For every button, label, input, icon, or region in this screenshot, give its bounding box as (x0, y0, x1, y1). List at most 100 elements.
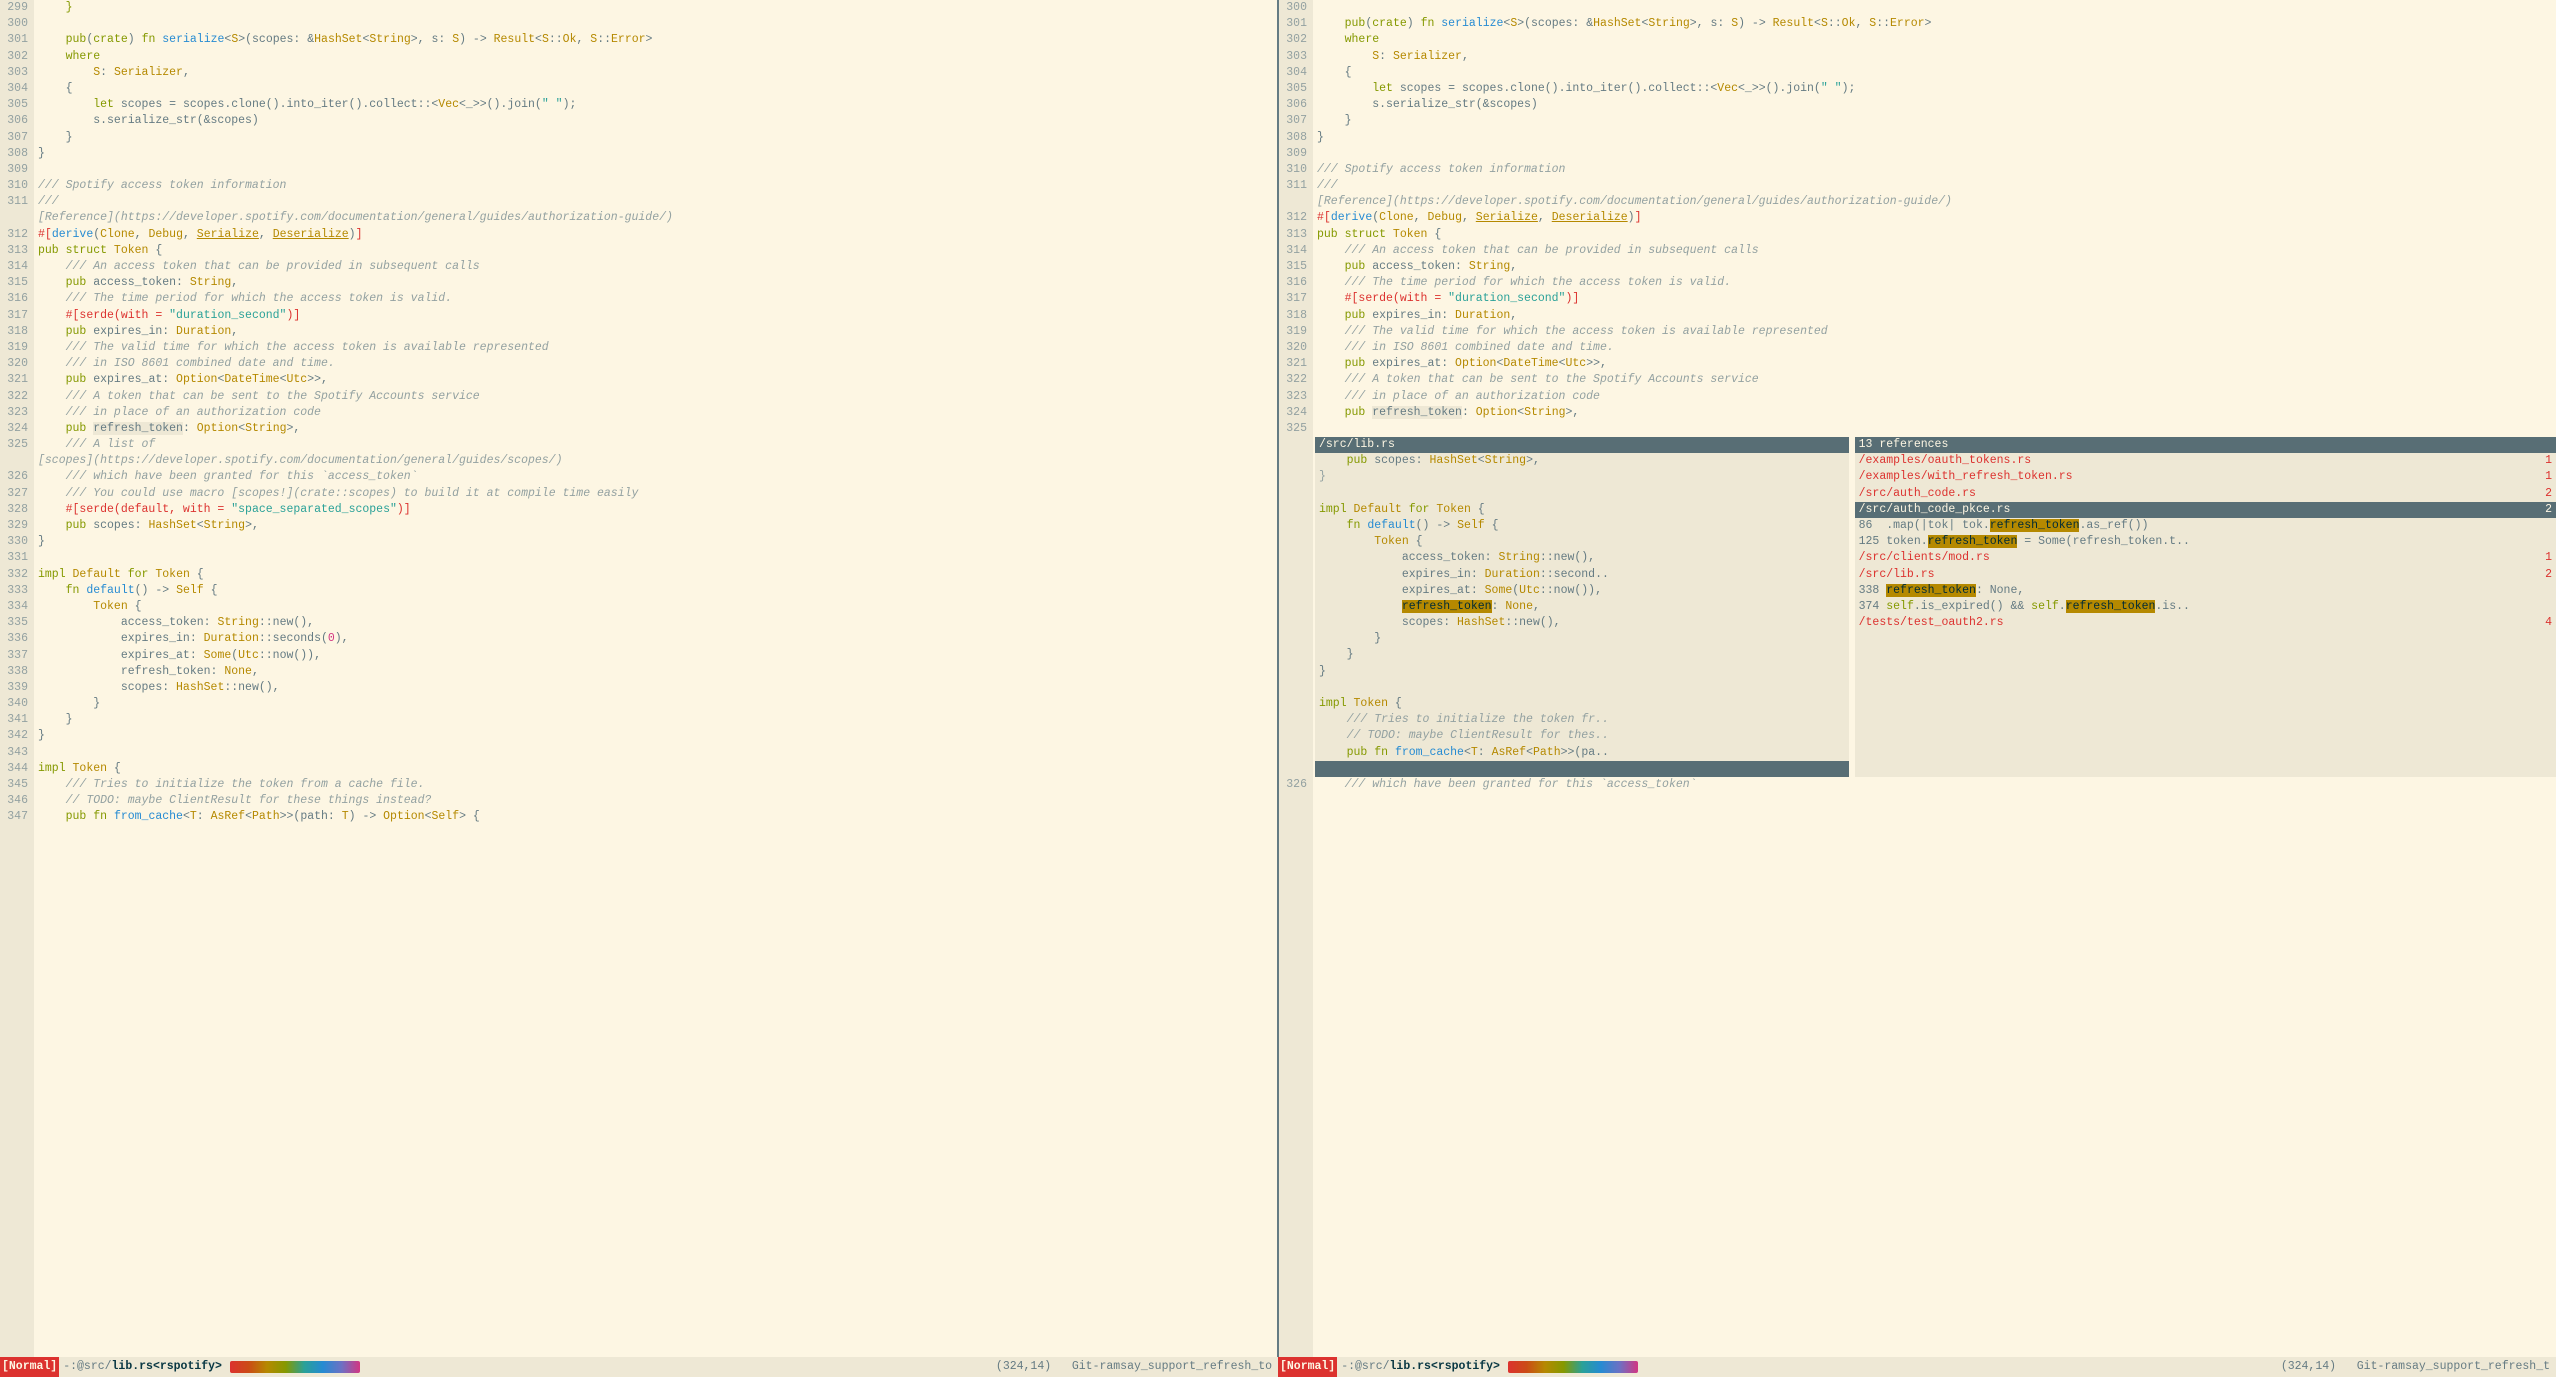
code-line[interactable]: impl Token { (38, 761, 1277, 777)
code-line[interactable]: /// which have been granted for this `ac… (38, 469, 1277, 485)
preview-panel[interactable]: /src/lib.rs pub scopes: HashSet<String>,… (1315, 437, 1849, 777)
code-line[interactable]: /// which have been granted for this `ac… (1317, 777, 2556, 793)
code-line[interactable] (1317, 0, 2556, 16)
code-line[interactable]: /// A token that can be sent to the Spot… (1317, 372, 2556, 388)
code-line[interactable]: /// The valid time for which the access … (1317, 324, 2556, 340)
code-line[interactable]: pub fn from_cache<T: AsRef<Path>>(path: … (38, 809, 1277, 825)
code-line[interactable]: S: Serializer, (38, 65, 1277, 81)
code-line[interactable]: pub refresh_token: Option<String>, (1317, 405, 2556, 421)
code-line[interactable]: #[serde(default, with = "space_separated… (38, 502, 1277, 518)
code-line[interactable]: where (38, 49, 1277, 65)
preview-line[interactable]: expires_at: Some(Utc::now()), (1315, 583, 1849, 599)
code-line[interactable]: /// Spotify access token information (1317, 162, 2556, 178)
code-line[interactable]: access_token: String::new(), (38, 615, 1277, 631)
reference-match[interactable]: 86 .map(|tok| tok.refresh_token.as_ref()… (1855, 518, 2556, 534)
preview-line[interactable]: refresh_token: None, (1315, 599, 1849, 615)
code-line[interactable]: } (38, 146, 1277, 162)
preview-line[interactable]: } (1315, 631, 1849, 647)
code-line[interactable]: let scopes = scopes.clone().into_iter().… (38, 97, 1277, 113)
references-overlay[interactable]: /src/lib.rs pub scopes: HashSet<String>,… (1315, 437, 2556, 777)
code-line[interactable]: } (38, 534, 1277, 550)
code-line[interactable]: pub access_token: String, (1317, 259, 2556, 275)
preview-line[interactable]: } (1315, 647, 1849, 663)
code-line[interactable]: /// The valid time for which the access … (38, 340, 1277, 356)
code-lines-left[interactable]: } pub(crate) fn serialize<S>(scopes: &Ha… (34, 0, 1277, 1357)
code-line[interactable]: } (1317, 130, 2556, 146)
code-line[interactable]: { (1317, 65, 2556, 81)
code-line[interactable]: /// in ISO 8601 combined date and time. (38, 356, 1277, 372)
code-line[interactable]: /// (38, 194, 1277, 210)
code-line[interactable]: /// You could use macro [scopes!](crate:… (38, 486, 1277, 502)
code-line[interactable]: /// in place of an authorization code (38, 405, 1277, 421)
code-line[interactable]: /// The time period for which the access… (38, 291, 1277, 307)
preview-line[interactable] (1315, 486, 1849, 502)
code-area-left[interactable]: 2993003013023033043053063073083093103113… (0, 0, 1277, 1357)
code-line[interactable]: /// An access token that can be provided… (38, 259, 1277, 275)
code-line[interactable]: impl Default for Token { (38, 567, 1277, 583)
reference-file[interactable]: /tests/test_oauth2.rs4 (1855, 615, 2556, 631)
code-line[interactable]: } (38, 0, 1277, 16)
code-line[interactable]: { (38, 81, 1277, 97)
reference-file[interactable]: /examples/oauth_tokens.rs1 (1855, 453, 2556, 469)
code-line[interactable]: } (38, 696, 1277, 712)
code-line[interactable]: #[serde(with = "duration_second")] (38, 308, 1277, 324)
preview-line[interactable]: impl Default for Token { (1315, 502, 1849, 518)
code-line[interactable]: } (38, 728, 1277, 744)
preview-line[interactable]: expires_in: Duration::second.. (1315, 567, 1849, 583)
code-line[interactable]: [Reference](https://developer.spotify.co… (1317, 194, 2556, 210)
code-line[interactable] (38, 162, 1277, 178)
code-line[interactable]: /// An access token that can be provided… (1317, 243, 2556, 259)
code-line[interactable]: // TODO: maybe ClientResult for these th… (38, 793, 1277, 809)
code-line[interactable]: /// Spotify access token information (38, 178, 1277, 194)
code-line[interactable]: s.serialize_str(&scopes) (1317, 97, 2556, 113)
preview-line[interactable]: /// Tries to initialize the token fr.. (1315, 712, 1849, 728)
code-line[interactable]: [Reference](https://developer.spotify.co… (38, 210, 1277, 226)
references-panel[interactable]: 13 references /examples/oauth_tokens.rs1… (1855, 437, 2556, 777)
code-line[interactable]: pub struct Token { (1317, 227, 2556, 243)
code-line[interactable]: pub struct Token { (38, 243, 1277, 259)
preview-line[interactable] (1315, 680, 1849, 696)
preview-line[interactable]: Token { (1315, 534, 1849, 550)
code-line[interactable] (1317, 421, 2556, 437)
code-line[interactable]: pub(crate) fn serialize<S>(scopes: &Hash… (38, 32, 1277, 48)
code-line[interactable]: /// A list of (38, 437, 1277, 453)
reference-match[interactable]: 125 token.refresh_token = Some(refresh_t… (1855, 534, 2556, 550)
code-line[interactable]: pub refresh_token: Option<String>, (38, 421, 1277, 437)
code-line[interactable]: scopes: HashSet::new(), (38, 680, 1277, 696)
preview-line[interactable]: // TODO: maybe ClientResult for thes.. (1315, 728, 1849, 744)
code-line[interactable]: /// in place of an authorization code (1317, 389, 2556, 405)
preview-line[interactable]: impl Token { (1315, 696, 1849, 712)
preview-line[interactable]: pub scopes: HashSet<String>, (1315, 453, 1849, 469)
code-line[interactable]: expires_at: Some(Utc::now()), (38, 648, 1277, 664)
code-line[interactable]: #[derive(Clone, Debug, Serialize, Deseri… (1317, 210, 2556, 226)
right-pane[interactable]: 3003013023033043053063073083093103113123… (1279, 0, 2556, 1357)
code-line[interactable] (38, 550, 1277, 566)
preview-line[interactable]: } (1315, 469, 1849, 485)
code-line[interactable]: /// The time period for which the access… (1317, 275, 2556, 291)
code-line[interactable]: } (1317, 113, 2556, 129)
preview-line[interactable]: } (1315, 664, 1849, 680)
code-line[interactable] (1317, 146, 2556, 162)
code-line[interactable]: /// Tries to initialize the token from a… (38, 777, 1277, 793)
code-line[interactable]: pub(crate) fn serialize<S>(scopes: &Hash… (1317, 16, 2556, 32)
code-line[interactable]: s.serialize_str(&scopes) (38, 113, 1277, 129)
code-line[interactable]: /// in ISO 8601 combined date and time. (1317, 340, 2556, 356)
preview-line[interactable]: fn default() -> Self { (1315, 518, 1849, 534)
reference-file[interactable]: /src/clients/mod.rs1 (1855, 550, 2556, 566)
code-line[interactable]: pub expires_at: Option<DateTime<Utc>>, (1317, 356, 2556, 372)
code-line[interactable]: pub expires_in: Duration, (38, 324, 1277, 340)
code-line[interactable]: fn default() -> Self { (38, 583, 1277, 599)
preview-line[interactable]: scopes: HashSet::new(), (1315, 615, 1849, 631)
code-line[interactable]: pub expires_at: Option<DateTime<Utc>>, (38, 372, 1277, 388)
code-line[interactable]: #[derive(Clone, Debug, Serialize, Deseri… (38, 227, 1277, 243)
code-line[interactable]: pub scopes: HashSet<String>, (38, 518, 1277, 534)
code-line[interactable]: } (38, 130, 1277, 146)
code-line[interactable]: } (38, 712, 1277, 728)
code-line[interactable]: /// A token that can be sent to the Spot… (38, 389, 1277, 405)
preview-line[interactable]: pub fn from_cache<T: AsRef<Path>>(pa.. (1315, 745, 1849, 761)
code-line[interactable]: /// (1317, 178, 2556, 194)
left-pane[interactable]: 2993003013023033043053063073083093103113… (0, 0, 1277, 1357)
code-line[interactable]: refresh_token: None, (38, 664, 1277, 680)
reference-file[interactable]: /src/lib.rs2 (1855, 567, 2556, 583)
code-line[interactable]: let scopes = scopes.clone().into_iter().… (1317, 81, 2556, 97)
